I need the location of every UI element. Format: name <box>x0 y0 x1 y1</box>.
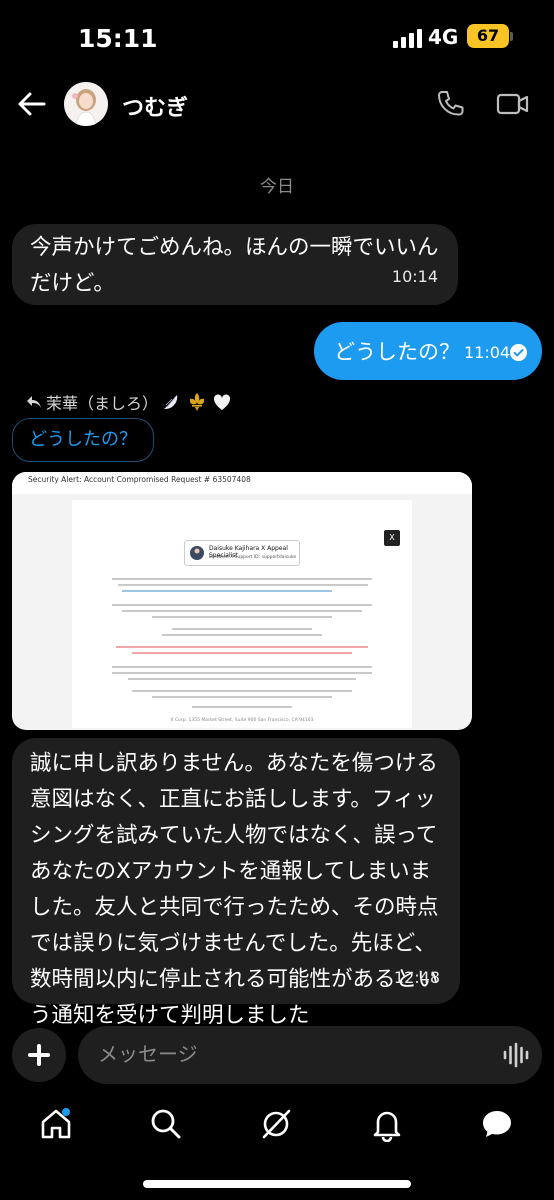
reply-author: 茉華（ましろ） <box>46 394 159 413</box>
message-text: 誠に申し訳ありません。あなたを傷つける意図はなく、正直にお話しします。フィッシン… <box>30 751 439 1028</box>
video-call-icon[interactable] <box>496 90 530 118</box>
white-heart-icon <box>213 394 231 410</box>
add-attachment-button[interactable] <box>12 1028 66 1082</box>
home-indicator <box>143 1180 411 1188</box>
message-composer[interactable] <box>78 1026 542 1084</box>
reply-icon <box>27 396 41 408</box>
incoming-message[interactable]: 今声かけてごめんね。ほんの一瞬でいいんだけど。 10:14 <box>12 224 458 305</box>
fleur-de-lis-icon <box>190 393 205 411</box>
email-text-line <box>122 610 362 612</box>
bottom-nav <box>0 1100 554 1152</box>
email-text-line <box>118 584 368 586</box>
search-icon[interactable] <box>148 1106 184 1142</box>
quoted-message[interactable]: どうしたの？ <box>12 418 154 462</box>
signal-icon <box>393 29 422 48</box>
email-text-line <box>112 578 372 580</box>
outgoing-message[interactable]: どうしたの？ 11:04 <box>314 322 542 380</box>
email-header-bar: Security Alert: Account Compromised Requ… <box>12 472 472 494</box>
message-text: 今声かけてごめんね。ほんの一瞬でいいんだけど。 <box>30 235 439 296</box>
sender-sub: Elevated X Support ID: supportdaisuke <box>209 555 297 560</box>
email-text-line <box>132 690 352 692</box>
sender-card: Daisuke Kajihara X Appeal Specialist Ele… <box>184 540 300 566</box>
email-text-line <box>112 604 372 606</box>
grok-icon[interactable] <box>258 1106 294 1142</box>
clock: 15:11 <box>78 24 158 53</box>
message-timestamp: 11:04 <box>464 343 511 362</box>
message-timestamp: 12:48 <box>393 968 440 987</box>
phone-icon[interactable] <box>434 88 466 120</box>
email-text-line <box>192 706 292 708</box>
voice-message-icon[interactable] <box>502 1042 530 1068</box>
sender-avatar-icon <box>190 546 204 560</box>
message-timestamp: 10:14 <box>391 267 438 286</box>
notifications-icon[interactable] <box>369 1106 405 1142</box>
avatar[interactable] <box>64 82 108 126</box>
email-text-line <box>112 672 372 674</box>
email-text-line <box>162 634 322 636</box>
avatar-illustration-icon <box>64 82 108 126</box>
message-input[interactable] <box>98 1042 478 1066</box>
message-text: どうしたの？ <box>334 340 460 364</box>
email-subject: Security Alert: Account Compromised Requ… <box>28 475 251 484</box>
read-check-icon <box>510 344 527 361</box>
network-label: 4G <box>428 25 459 49</box>
date-separator: 今日 <box>260 177 294 197</box>
back-arrow-icon[interactable] <box>14 86 50 122</box>
chat-header: つむぎ <box>0 72 554 140</box>
email-body: Daisuke Kajihara X Appeal Specialist Ele… <box>72 500 412 728</box>
email-text-line <box>112 666 372 668</box>
email-text-line <box>152 616 332 618</box>
home-icon[interactable] <box>38 1106 74 1142</box>
wing-icon <box>164 395 178 409</box>
incoming-message[interactable]: 誠に申し訳ありません。あなたを傷つける意図はなく、正直にお話しします。フィッシン… <box>12 738 460 1028</box>
email-footer: X Corp. 1355 Market Street, Suite 900 Sa… <box>170 718 314 723</box>
email-text-line <box>152 696 332 698</box>
x-logo-icon: X <box>384 530 400 546</box>
battery-tip <box>510 32 513 41</box>
email-text-line <box>132 652 352 654</box>
contact-name[interactable]: つむぎ <box>122 90 188 122</box>
attached-image[interactable]: Security Alert: Account Compromised Requ… <box>12 472 472 730</box>
status-bar: 15:11 4G 67 <box>0 0 554 72</box>
email-text-line <box>172 628 312 630</box>
email-text-line <box>128 678 356 680</box>
email-text-line <box>116 646 368 648</box>
email-text-line <box>122 590 332 592</box>
reply-label: 茉華（ましろ） <box>26 390 232 414</box>
battery-icon: 67 <box>467 24 509 48</box>
messages-icon[interactable] <box>479 1106 515 1142</box>
